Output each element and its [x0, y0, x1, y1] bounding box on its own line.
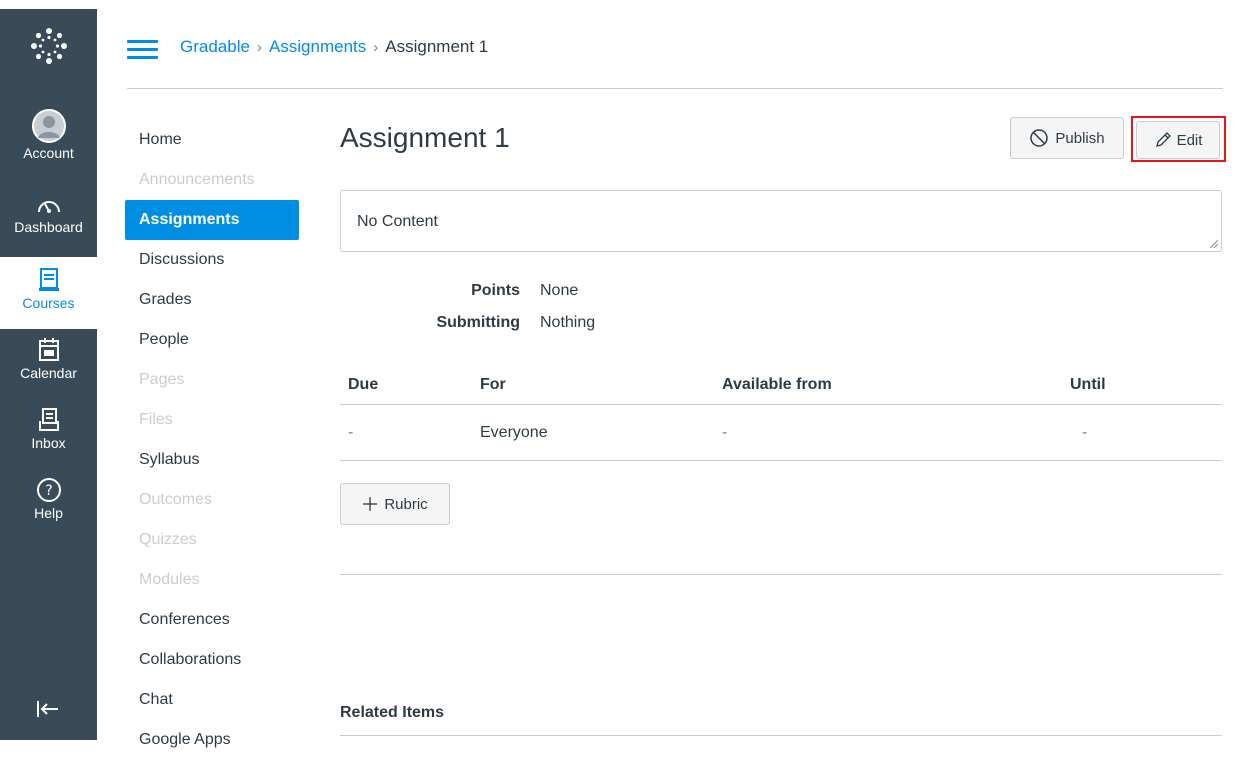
add-rubric-button[interactable]: Rubric — [340, 483, 450, 525]
courses-icon — [38, 268, 59, 291]
global-nav-calendar[interactable]: Calendar — [0, 337, 97, 381]
global-nav-help[interactable]: ? Help — [0, 477, 97, 521]
publish-label: Publish — [1055, 129, 1105, 147]
svg-text:?: ? — [45, 483, 52, 499]
course-nav-chat[interactable]: Chat — [125, 680, 299, 720]
collapse-nav-icon[interactable] — [36, 699, 60, 719]
table-row: - Everyone - - — [340, 405, 1222, 461]
course-menu-toggle[interactable] — [127, 38, 158, 60]
breadcrumb-course[interactable]: Gradable — [180, 37, 250, 56]
global-nav-inbox[interactable]: Inbox — [0, 407, 97, 451]
global-nav-courses[interactable]: Courses — [0, 267, 97, 311]
avatar-icon — [31, 109, 66, 143]
course-nav-collaborations[interactable]: Collaborations — [125, 640, 299, 680]
related-items-divider — [340, 735, 1222, 736]
course-nav-files[interactable]: Files — [125, 400, 299, 440]
column-header-until: Until — [1070, 376, 1106, 393]
global-nav-account[interactable]: Account — [0, 109, 97, 161]
course-nav-discussions[interactable]: Discussions — [125, 240, 299, 280]
description-text: No Content — [357, 213, 438, 230]
cell-available-from: - — [722, 423, 728, 441]
global-nav-label: Dashboard — [14, 219, 83, 235]
breadcrumb-assignments[interactable]: Assignments — [269, 37, 366, 56]
plus-icon — [363, 497, 378, 511]
course-nav-pages[interactable]: Pages — [125, 360, 299, 400]
course-nav-syllabus[interactable]: Syllabus — [125, 440, 299, 480]
dashboard-icon — [37, 201, 60, 213]
table-header: Due For Available from Until — [340, 366, 1222, 405]
global-nav-dashboard[interactable]: Dashboard — [0, 195, 97, 235]
edit-button[interactable]: Edit — [1136, 121, 1220, 159]
course-nav-conferences[interactable]: Conferences — [125, 600, 299, 640]
pencil-icon — [1155, 132, 1171, 147]
column-header-available-from: Available from — [722, 376, 832, 393]
course-nav-modules[interactable]: Modules — [125, 560, 299, 600]
submitting-value: Nothing — [540, 314, 596, 331]
inbox-icon — [38, 408, 59, 431]
course-nav-announcements[interactable]: Announcements — [125, 160, 299, 200]
breadcrumb-separator: › — [373, 39, 379, 56]
column-header-due: Due — [348, 376, 379, 393]
resize-handle-icon[interactable] — [1210, 240, 1218, 248]
points-value: None — [540, 282, 579, 299]
course-nav: Home Announcements Assignments Discussio… — [125, 120, 299, 760]
global-nav-label: Account — [23, 145, 74, 161]
breadcrumb: Gradable › Assignments › Assignment 1 — [180, 37, 488, 57]
unpublished-icon — [1030, 129, 1049, 147]
content-divider — [340, 574, 1222, 575]
course-nav-assignments[interactable]: Assignments — [125, 200, 299, 240]
submitting-key: Submitting — [436, 314, 520, 331]
help-icon: ? — [36, 478, 61, 502]
points-key: Points — [471, 282, 520, 299]
page-title: Assignment 1 — [340, 122, 510, 153]
column-header-for: For — [480, 376, 506, 393]
course-nav-google-apps[interactable]: Google Apps — [125, 720, 299, 760]
course-nav-outcomes[interactable]: Outcomes — [125, 480, 299, 520]
breadcrumb-current: Assignment 1 — [385, 37, 489, 56]
canvas-logo-icon[interactable] — [30, 27, 68, 65]
global-nav: Account Dashboard Courses Calendar Inbox… — [0, 9, 97, 740]
course-nav-home[interactable]: Home — [125, 120, 299, 160]
rubric-label: Rubric — [384, 495, 428, 513]
global-nav-label: Help — [34, 505, 63, 521]
cell-for: Everyone — [480, 423, 548, 441]
global-nav-label: Inbox — [31, 435, 66, 451]
global-nav-label: Calendar — [20, 365, 77, 381]
related-items-heading: Related Items — [340, 704, 445, 721]
cell-due: - — [348, 423, 354, 441]
breadcrumb-separator: › — [256, 39, 262, 56]
header-divider — [127, 88, 1223, 89]
course-nav-quizzes[interactable]: Quizzes — [125, 520, 299, 560]
calendar-icon — [38, 338, 59, 361]
description-box: No Content — [340, 190, 1222, 252]
global-nav-label: Courses — [22, 295, 75, 311]
course-nav-grades[interactable]: Grades — [125, 280, 299, 320]
publish-button[interactable]: Publish — [1010, 117, 1124, 159]
course-nav-people[interactable]: People — [125, 320, 299, 360]
cell-until: - — [1082, 423, 1088, 441]
dates-table: Due For Available from Until - Everyone … — [340, 366, 1222, 461]
edit-label: Edit — [1176, 131, 1203, 149]
